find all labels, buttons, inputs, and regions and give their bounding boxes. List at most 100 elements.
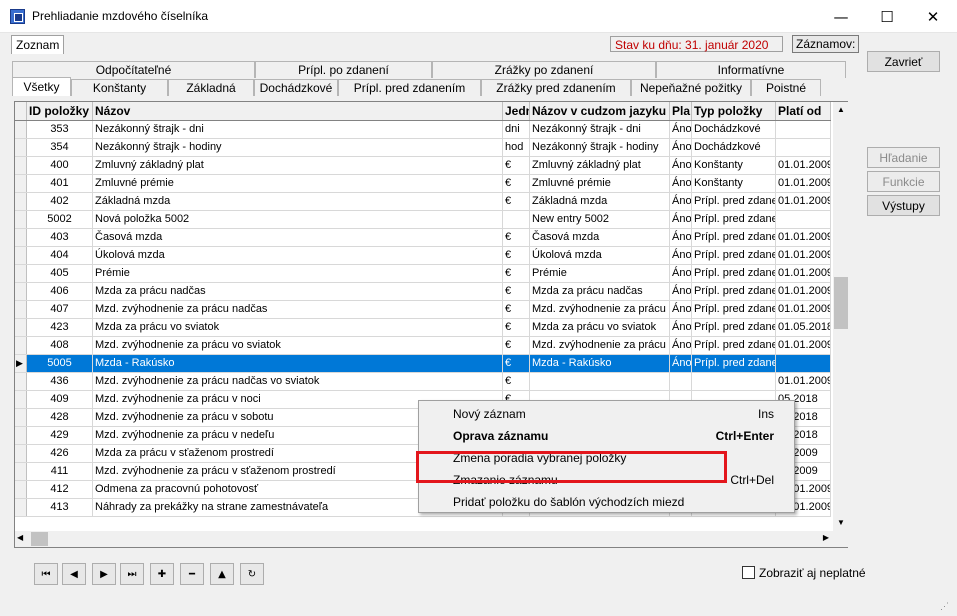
table-row[interactable]: 406 Mzda za prácu nadčas € Mzda za prácu na…: [15, 283, 831, 301]
column-header[interactable]: ID položky: [27, 102, 93, 120]
outputs-button[interactable]: Výstupy: [867, 195, 940, 216]
tab-4-row2[interactable]: Dochádzkové: [254, 79, 338, 96]
search-button[interactable]: Hľadanie: [867, 147, 940, 168]
cell: [692, 373, 776, 390]
cell: New entry 5002: [530, 211, 670, 228]
records-button[interactable]: Záznamov:: [792, 35, 860, 53]
table-row[interactable]: 402 Základná mzda € Základná mzda Áno Prípl. …: [15, 193, 831, 211]
minimize-button[interactable]: —: [818, 0, 864, 33]
tab-row-1: Odpočítateľné Prípl. po zdanení Zrážky po …: [12, 61, 846, 78]
first-icon[interactable]: ⏮: [34, 563, 58, 585]
context-menu-item[interactable]: Nový záznam Ins: [419, 402, 794, 424]
row-indicator[interactable]: [15, 427, 27, 444]
context-menu-item[interactable]: Oprava záznamu Ctrl+Enter: [419, 424, 794, 446]
row-indicator[interactable]: [15, 265, 27, 282]
close-form-button[interactable]: Zavrieť: [867, 51, 940, 72]
cell: Áno: [670, 229, 692, 246]
tab-8-row2[interactable]: Poistné: [751, 79, 821, 96]
context-menu-item[interactable]: Pridať položku do šablón východzích miez…: [419, 490, 794, 512]
row-indicator[interactable]: [15, 193, 27, 210]
row-indicator[interactable]: [15, 319, 27, 336]
maximize-button[interactable]: ☐: [864, 0, 910, 33]
table-row[interactable]: 401 Zmluvné prémie € Zmluvné prémie Áno Konšt…: [15, 175, 831, 193]
cell: €: [503, 283, 530, 300]
row-indicator[interactable]: [15, 409, 27, 426]
scroll-thumb[interactable]: [834, 277, 848, 329]
cell: 407: [27, 301, 93, 318]
table-row[interactable]: 407 Mzd. zvýhodnenie za prácu nadčas € Mzd.…: [15, 301, 831, 319]
column-header[interactable]: Platí od: [776, 102, 831, 120]
row-indicator[interactable]: [15, 445, 27, 462]
next-icon[interactable]: ▶: [92, 563, 116, 585]
cell: Prípl. pred zdane: [692, 283, 776, 300]
scroll-left-icon[interactable]: ◀: [17, 533, 23, 542]
column-header[interactable]: Názov v cudzom jazyku: [530, 102, 670, 120]
cell: Áno: [670, 265, 692, 282]
row-indicator[interactable]: [15, 229, 27, 246]
table-row[interactable]: 423 Mzda za prácu vo sviatok € Mzda za prác…: [15, 319, 831, 337]
vertical-scrollbar[interactable]: ▲ ▼: [833, 102, 849, 547]
table-row[interactable]: 403 Časová mzda € Časová mzda Áno Prípl. pred…: [15, 229, 831, 247]
row-indicator[interactable]: [15, 301, 27, 318]
row-indicator[interactable]: [15, 211, 27, 228]
hscroll-thumb[interactable]: [31, 532, 48, 546]
close-button[interactable]: ✕: [910, 0, 956, 33]
row-indicator[interactable]: [15, 175, 27, 192]
tab-1-row2[interactable]: Všetky: [12, 77, 71, 96]
table-row[interactable]: 405 Prémie € Prémie Áno Prípl. pred zdane 01.0…: [15, 265, 831, 283]
row-indicator[interactable]: [15, 121, 27, 138]
prev-icon[interactable]: ◀: [62, 563, 86, 585]
cell: Áno: [670, 121, 692, 138]
table-row[interactable]: 436 Mzd. zvýhodnenie za prácu nadčas vo s…: [15, 373, 831, 391]
remove-icon[interactable]: ━: [180, 563, 204, 585]
table-row[interactable]: 404 Úkolová mzda € Úkolová mzda Áno Prípl. pr…: [15, 247, 831, 265]
last-icon[interactable]: ⏭: [120, 563, 144, 585]
tab-2-row1[interactable]: Prípl. po zdanení: [255, 61, 432, 78]
table-row[interactable]: 354 Nezákonný štrajk - hodiny hod Nezákonný…: [15, 139, 831, 157]
tab-zoznam[interactable]: Zoznam: [11, 35, 65, 54]
tab-5-row2[interactable]: Prípl. pred zdanením: [338, 79, 481, 96]
tab-1-row1[interactable]: Odpočítateľné: [12, 61, 255, 78]
row-indicator[interactable]: [15, 247, 27, 264]
add-icon[interactable]: ✚: [150, 563, 174, 585]
scroll-up-icon[interactable]: ▲: [833, 102, 849, 118]
row-indicator[interactable]: [15, 391, 27, 408]
horizontal-scrollbar[interactable]: ◀ ▶: [15, 531, 833, 547]
tab-6-row2[interactable]: Zrážky pred zdanením: [481, 79, 631, 96]
row-indicator[interactable]: [15, 373, 27, 390]
row-indicator[interactable]: [15, 499, 27, 516]
table-row[interactable]: 353 Nezákonný štrajk - dni dni Nezákonný št…: [15, 121, 831, 139]
cell: 5005: [27, 355, 93, 372]
column-header[interactable]: Pla: [670, 102, 692, 120]
resize-grip-icon[interactable]: ⋰: [940, 601, 949, 612]
cell: Áno: [670, 139, 692, 156]
scroll-down-icon[interactable]: ▼: [833, 515, 849, 531]
column-header[interactable]: Názov: [93, 102, 503, 120]
column-header[interactable]: Jedn: [503, 102, 530, 120]
cell: €: [503, 337, 530, 354]
row-indicator[interactable]: [15, 337, 27, 354]
refresh-icon[interactable]: ↻: [240, 563, 264, 585]
table-row[interactable]: 400 Zmluvný základný plat € Zmluvný základn…: [15, 157, 831, 175]
row-indicator[interactable]: [15, 481, 27, 498]
up-icon[interactable]: ▲: [210, 563, 234, 585]
tab-3-row2[interactable]: Základná: [168, 79, 254, 96]
column-header[interactable]: Typ položky: [692, 102, 776, 120]
row-indicator[interactable]: [15, 157, 27, 174]
tab-4-row1[interactable]: Informatívne: [656, 61, 846, 78]
functions-button[interactable]: Funkcie: [867, 171, 940, 192]
row-indicator[interactable]: ▶: [15, 355, 27, 372]
table-row[interactable]: ▶ 5005 Mzda - Rakúsko € Mzda - Rakúsko Áno Prí…: [15, 355, 831, 373]
tab-2-row2[interactable]: Konštanty: [71, 79, 168, 96]
scroll-right-icon[interactable]: ▶: [823, 533, 829, 542]
table-row[interactable]: 5002 Nová položka 5002 New entry 5002 Áno Pr…: [15, 211, 831, 229]
show-invalid-checkbox[interactable]: [742, 566, 755, 579]
row-indicator[interactable]: [15, 463, 27, 480]
row-indicator[interactable]: [15, 139, 27, 156]
tab-7-row2[interactable]: Nepeňažné požitky: [631, 79, 751, 96]
table-row[interactable]: 408 Mzd. zvýhodnenie za prácu vo sviatok €…: [15, 337, 831, 355]
tab-3-row1[interactable]: Zrážky po zdanení: [432, 61, 656, 78]
cell: 354: [27, 139, 93, 156]
row-indicator[interactable]: [15, 283, 27, 300]
cell: Dochádzkové: [692, 121, 776, 138]
